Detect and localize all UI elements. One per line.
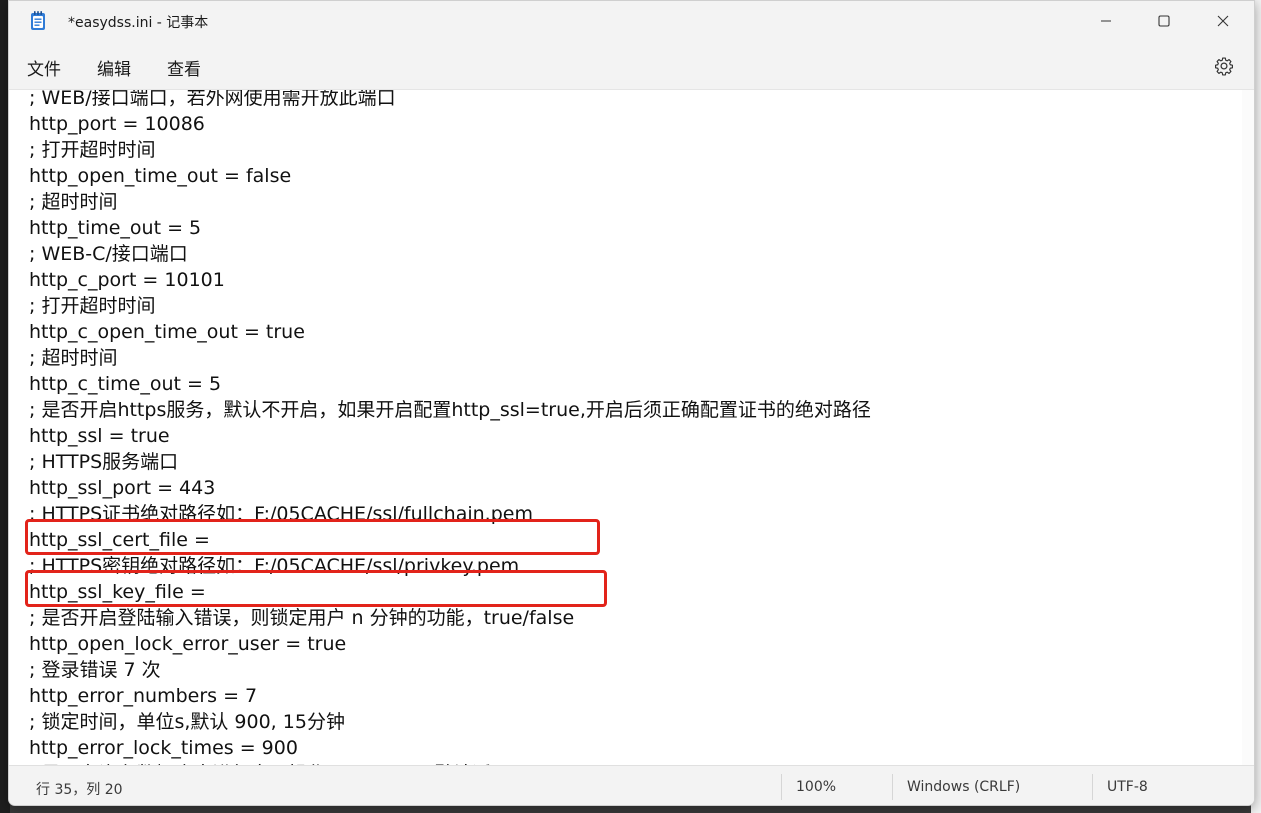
editor-line: http_error_numbers = 7: [29, 685, 258, 707]
vertical-scrollbar[interactable]: [1242, 90, 1254, 766]
window-title: *easydss.ini - 记事本: [68, 15, 209, 31]
minimize-button[interactable]: [1077, 1, 1135, 41]
text-editor[interactable]: ; WEB/接口端口，若外网使用需开放此端口 http_port = 10086;…: [9, 89, 1254, 766]
editor-line: ; HTTPS证书绝对路径如：F:/05CACHE/ssl/fullchain.…: [29, 503, 533, 525]
editor-lines: ; WEB/接口端口，若外网使用需开放此端口 http_port = 10086;…: [29, 89, 871, 766]
status-divider: [1092, 774, 1093, 800]
menu-view[interactable]: 查看: [167, 55, 201, 80]
editor-line: ; 超时时间: [29, 191, 118, 213]
editor-line: http_open_lock_error_user = true: [29, 633, 347, 655]
editor-line: ; 打开超时时间: [29, 139, 156, 161]
close-button[interactable]: [1194, 1, 1252, 41]
editor-line: http_c_port = 10101: [29, 269, 225, 291]
editor-line: http_port = 10086: [29, 113, 205, 135]
editor-line: ; 超时时间: [29, 347, 118, 369]
editor-line: ; HTTPS密钥绝对路径如：F:/05CACHE/ssl/privkey.pe…: [29, 555, 520, 577]
editor-line: ; 锁定时间，单位s,默认 900, 15分钟: [29, 711, 345, 733]
editor-line: ; 登录错误 7 次: [29, 659, 161, 681]
menu-bar: 文件 编辑 查看: [9, 43, 1254, 89]
minimize-icon: [1101, 20, 1111, 22]
editor-line: ; HTTPS服务端口: [29, 451, 179, 473]
editor-line: http_error_lock_times = 900: [29, 737, 298, 759]
editor-line: http_c_time_out = 5: [29, 373, 222, 395]
status-bar: 行 35，列 20 100% Windows (CRLF) UTF-8: [9, 765, 1254, 805]
editor-line: http_time_out = 5: [29, 217, 202, 239]
encoding: UTF-8: [1107, 779, 1148, 795]
maximize-icon: [1158, 15, 1170, 27]
editor-line: http_ssl_key_file =: [29, 581, 206, 603]
gear-icon: [1215, 57, 1233, 76]
editor-line: ; 是否开启https服务，默认不开启，如果开启配置http_ssl=true,…: [29, 399, 871, 421]
status-divider: [781, 774, 782, 800]
editor-line: ; WEB/接口端口，若外网使用需开放此端口: [29, 89, 396, 109]
editor-line: http_ssl_port = 443: [29, 477, 216, 499]
editor-line: http_ssl = true: [29, 425, 170, 447]
editor-line: ; WEB-C/接口端口: [29, 243, 188, 265]
editor-line: ; 打开超时时间: [29, 295, 156, 317]
menu-file[interactable]: 文件: [27, 55, 61, 80]
zoom-level: 100%: [796, 779, 837, 795]
maximize-button[interactable]: [1135, 1, 1193, 41]
editor-line: ; 是否开启登陆输入错误，则锁定用户 n 分钟的功能，true/false: [29, 607, 575, 629]
editor-line: http_ssl_cert_file =: [29, 529, 210, 551]
close-icon: [1217, 15, 1229, 27]
status-divider: [892, 774, 893, 800]
title-bar[interactable]: *easydss.ini - 记事本: [9, 1, 1254, 41]
menu-edit[interactable]: 编辑: [97, 55, 131, 80]
editor-line: http_c_open_time_out = true: [29, 321, 305, 343]
notepad-window: *easydss.ini - 记事本 文件 编辑 查看 ; WEB/接口端口，若…: [8, 0, 1255, 806]
notepad-app-icon: [30, 10, 46, 31]
editor-line: http_open_time_out = false: [29, 165, 292, 187]
line-ending: Windows (CRLF): [907, 779, 1021, 795]
cursor-position: 行 35，列 20: [36, 782, 123, 798]
settings-button[interactable]: [1212, 54, 1236, 78]
